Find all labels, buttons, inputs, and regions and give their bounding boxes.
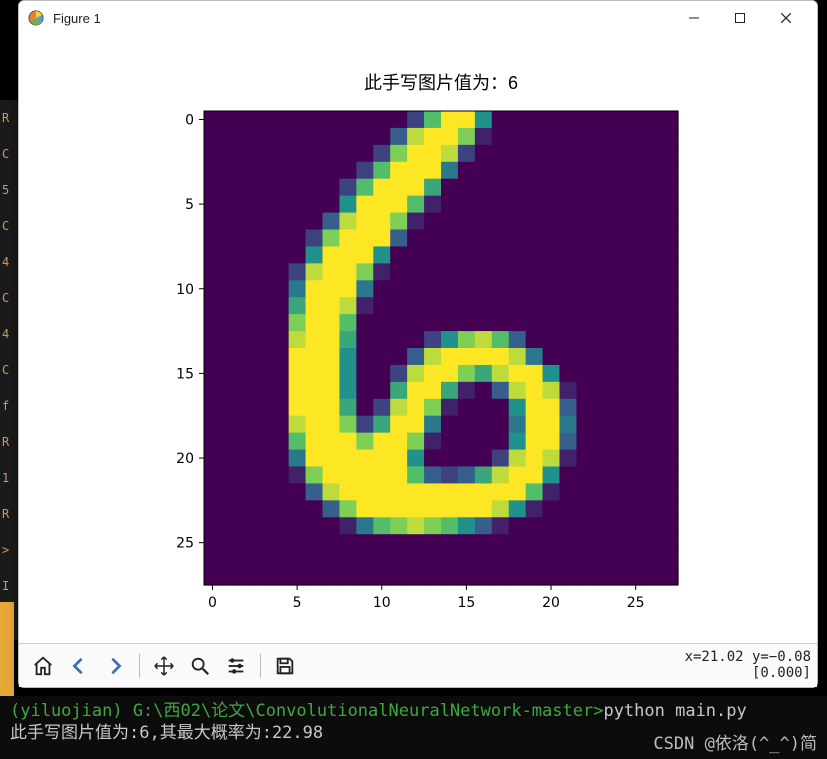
maximize-button[interactable] (717, 3, 763, 33)
save-button[interactable] (269, 650, 301, 682)
pan-button[interactable] (148, 650, 180, 682)
terminal-panel[interactable]: (yiluojian) G:\西02\论文\ConvolutionalNeura… (0, 696, 827, 759)
toolbar-separator (139, 654, 140, 678)
forward-button[interactable] (99, 650, 131, 682)
svg-text:15: 15 (176, 366, 194, 382)
watermark: CSDN @依洛(^_^)简 (653, 733, 817, 755)
toolbar-separator (260, 654, 261, 678)
svg-text:0: 0 (185, 112, 194, 128)
svg-text:25: 25 (627, 595, 645, 611)
svg-text:此手写图片值为：6: 此手写图片值为：6 (364, 73, 518, 93)
svg-text:25: 25 (176, 536, 194, 552)
figure-window: Figure 1 此手写图片值为：6 0 0 5 5 10 10 15 15 20 20 25 25 (18, 0, 818, 688)
cursor-coordinates: x=21.02 y=−0.08 [0.000] (685, 650, 811, 681)
zoom-button[interactable] (184, 650, 216, 682)
terminal-command: python main.py (603, 701, 746, 721)
svg-text:0: 0 (208, 595, 217, 611)
heatmap-plot: 此手写图片值为：6 0 0 5 5 10 10 15 15 20 20 25 25 (19, 35, 817, 643)
minimize-button[interactable] (671, 3, 717, 33)
svg-text:5: 5 (293, 595, 302, 611)
svg-text:15: 15 (457, 595, 475, 611)
svg-text:20: 20 (542, 595, 560, 611)
back-button[interactable] (63, 650, 95, 682)
title-bar[interactable]: Figure 1 (19, 1, 817, 35)
close-button[interactable] (763, 3, 809, 33)
window-title: Figure 1 (53, 11, 101, 26)
terminal-prompt: (yiluojian) G:\西02\论文\ConvolutionalNeura… (10, 701, 603, 721)
background-editor-stripe: R C 5 C 4 C 4 C f R 1 R > I S (0, 100, 18, 640)
matplotlib-toolbar: x=21.02 y=−0.08 [0.000] (19, 643, 817, 687)
matplotlib-icon (27, 9, 45, 27)
svg-text:10: 10 (373, 595, 391, 611)
figure-canvas[interactable]: 此手写图片值为：6 0 0 5 5 10 10 15 15 20 20 25 25 (19, 35, 817, 643)
configure-subplots-button[interactable] (220, 650, 252, 682)
svg-text:20: 20 (176, 451, 194, 467)
home-button[interactable] (27, 650, 59, 682)
svg-text:5: 5 (185, 197, 194, 213)
background-highlight (0, 602, 14, 696)
svg-text:10: 10 (176, 282, 194, 298)
